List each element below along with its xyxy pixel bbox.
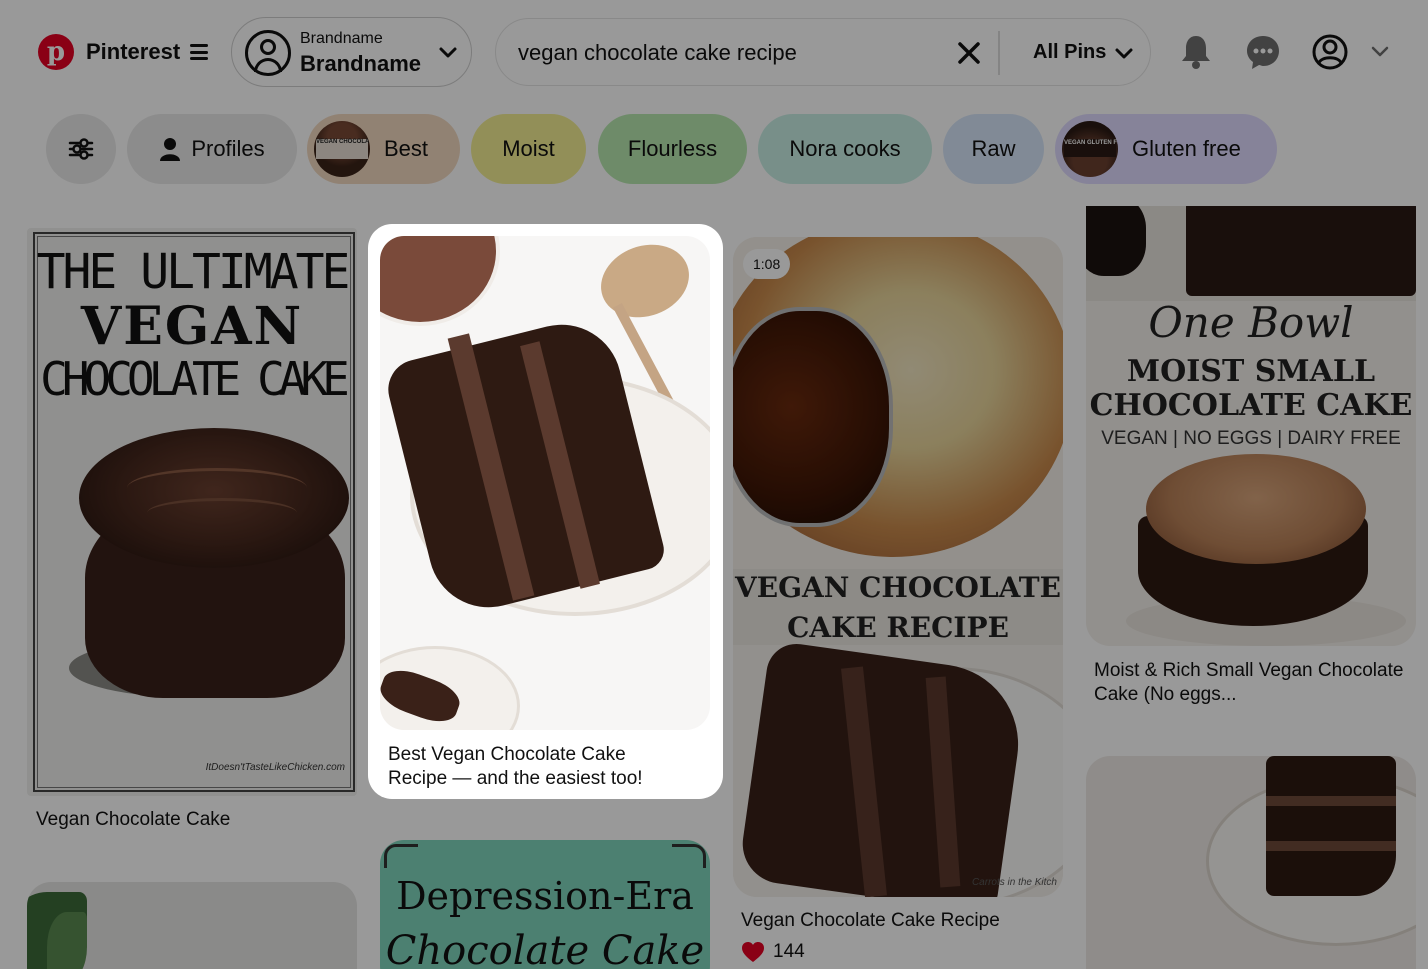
filter-chip-gluten-free[interactable]: VEGAN GLUTEN FREE CHOCOLATE CAKE Gluten … [1055,114,1277,184]
pin-title: Vegan Chocolate Cake Recipe [741,910,1000,931]
pin-image-text: THE ULTIMATE [36,244,351,300]
chip-label: Nora cooks [789,136,901,161]
filter-settings-button[interactable] [46,114,116,184]
search-input[interactable] [518,37,938,69]
pin-image-text: CHOCOLATE CAKE [40,352,350,406]
account-options-chevron-icon[interactable] [1368,42,1392,62]
video-duration: 1:08 [753,256,781,272]
filter-chip-bar: Profiles VEGAN CHOCOLATE LAYER CAKE Best… [0,104,1428,204]
top-nav-bar: p Pinterest Brandname Brandname All Pins [0,0,1428,104]
messages-icon[interactable] [1243,32,1283,72]
sliders-icon [68,138,94,160]
pin-image [1086,756,1416,969]
search-scope-label: All Pins [1033,41,1107,63]
chevron-down-icon [1115,48,1133,58]
search-divider [998,31,1000,75]
pin-image: One Bowl MOIST SMALL CHOCOLATE CAKE VEGA… [1086,206,1416,646]
chip-label: Flourless [627,136,718,161]
filter-chip-raw[interactable]: Raw [943,114,1044,184]
pin-image-text: VEGAN [80,296,304,357]
chip-label: Raw [971,136,1016,161]
pin-image-text: MOIST SMALL [1126,354,1376,389]
home-link[interactable]: p Pinterest [38,33,209,71]
profile-avatar-icon[interactable] [1310,32,1350,72]
best-thumbnail: VEGAN CHOCOLATE LAYER CAKE [314,121,370,177]
search-bar: All Pins [495,18,1151,86]
filter-chip-moist[interactable]: Moist [471,114,586,184]
chip-label: Moist [502,136,555,161]
pin-image [27,882,357,969]
focused-pin-card[interactable]: Best Vegan Chocolate Cake Recipe — and t… [368,224,723,799]
reaction-count-value: 144 [773,941,805,962]
filter-chip-best[interactable]: VEGAN CHOCOLATE LAYER CAKE Best [307,114,460,184]
pin-image-text: VEGAN | NO EGGS | DAIRY FREE [1101,428,1401,449]
account-avatar-icon [245,30,291,76]
chip-label: Profiles [191,136,265,161]
pin-image-credit: ItDoesn'tTasteLikeChicken.com [205,762,345,773]
pin-image [380,236,710,730]
pin-image-text: One Bowl [1148,298,1354,347]
pin-card[interactable] [1086,756,1416,969]
pin-title: Vegan Chocolate Cake [36,809,231,830]
filter-chip-flourless[interactable]: Flourless [598,114,747,184]
account-name-small: Brandname [300,30,383,47]
pin-card[interactable] [27,882,357,969]
best-thumbnail-text: VEGAN CHOCOLATE LAYER CAKE [316,139,370,159]
filter-chip-profiles[interactable]: Profiles [127,114,297,184]
account-name: Brandname [300,51,422,76]
clear-search-icon[interactable] [957,41,981,65]
pin-image: VEGAN CHOCOLATE CAKE RECIPE Carrots in t… [733,237,1063,897]
pin-card[interactable]: THE ULTIMATE VEGAN CHOCOLATE CAKE ItDoes… [27,228,357,838]
pin-image: Depression-Era Chocolate Cake [380,840,710,969]
chip-label: Best [384,136,429,161]
pin-title: Moist & Rich Small Vegan Chocolate Cake … [1094,660,1404,705]
pin-card[interactable]: Depression-Era Chocolate Cake [380,840,710,969]
pin-image-text: Chocolate Cake [385,928,705,969]
pinterest-logo-icon: p [38,34,74,70]
gluten-free-thumbnail-text: VEGAN GLUTEN FREE CHOCOLATE CAKE [1064,139,1118,157]
notifications-bell-icon[interactable] [1176,32,1216,72]
pin-image-credit: Carrots in the Kitch [971,877,1057,888]
pin-image-text: CAKE RECIPE [787,611,1009,644]
pin-image-text: CHOCOLATE CAKE [1089,388,1413,423]
menu-icon[interactable] [190,44,209,60]
gluten-free-thumbnail: VEGAN GLUTEN FREE CHOCOLATE CAKE [1062,121,1118,177]
chevron-down-icon [439,47,457,58]
pin-image-text: Depression-Era [396,874,694,918]
pin-card[interactable]: VEGAN CHOCOLATE CAKE RECIPE Carrots in t… [733,237,1063,969]
account-switcher[interactable]: Brandname Brandname [231,17,472,87]
pin-title: Best Vegan Chocolate Cake Recipe — and t… [388,744,643,789]
heart-icon [742,942,764,962]
person-icon [160,138,181,161]
pin-card[interactable]: One Bowl MOIST SMALL CHOCOLATE CAKE VEGA… [1086,206,1416,716]
pin-image: THE ULTIMATE VEGAN CHOCOLATE CAKE ItDoes… [27,228,357,796]
video-duration-badge: 1:08 [743,249,791,279]
pin-image-text: VEGAN CHOCOLATE [735,571,1061,604]
reaction-count: 144 [741,941,805,963]
filter-chip-nora-cooks[interactable]: Nora cooks [758,114,932,184]
brand-name: Pinterest [86,39,181,64]
search-scope-dropdown[interactable]: All Pins [1033,41,1134,64]
chip-label: Gluten free [1132,136,1241,161]
